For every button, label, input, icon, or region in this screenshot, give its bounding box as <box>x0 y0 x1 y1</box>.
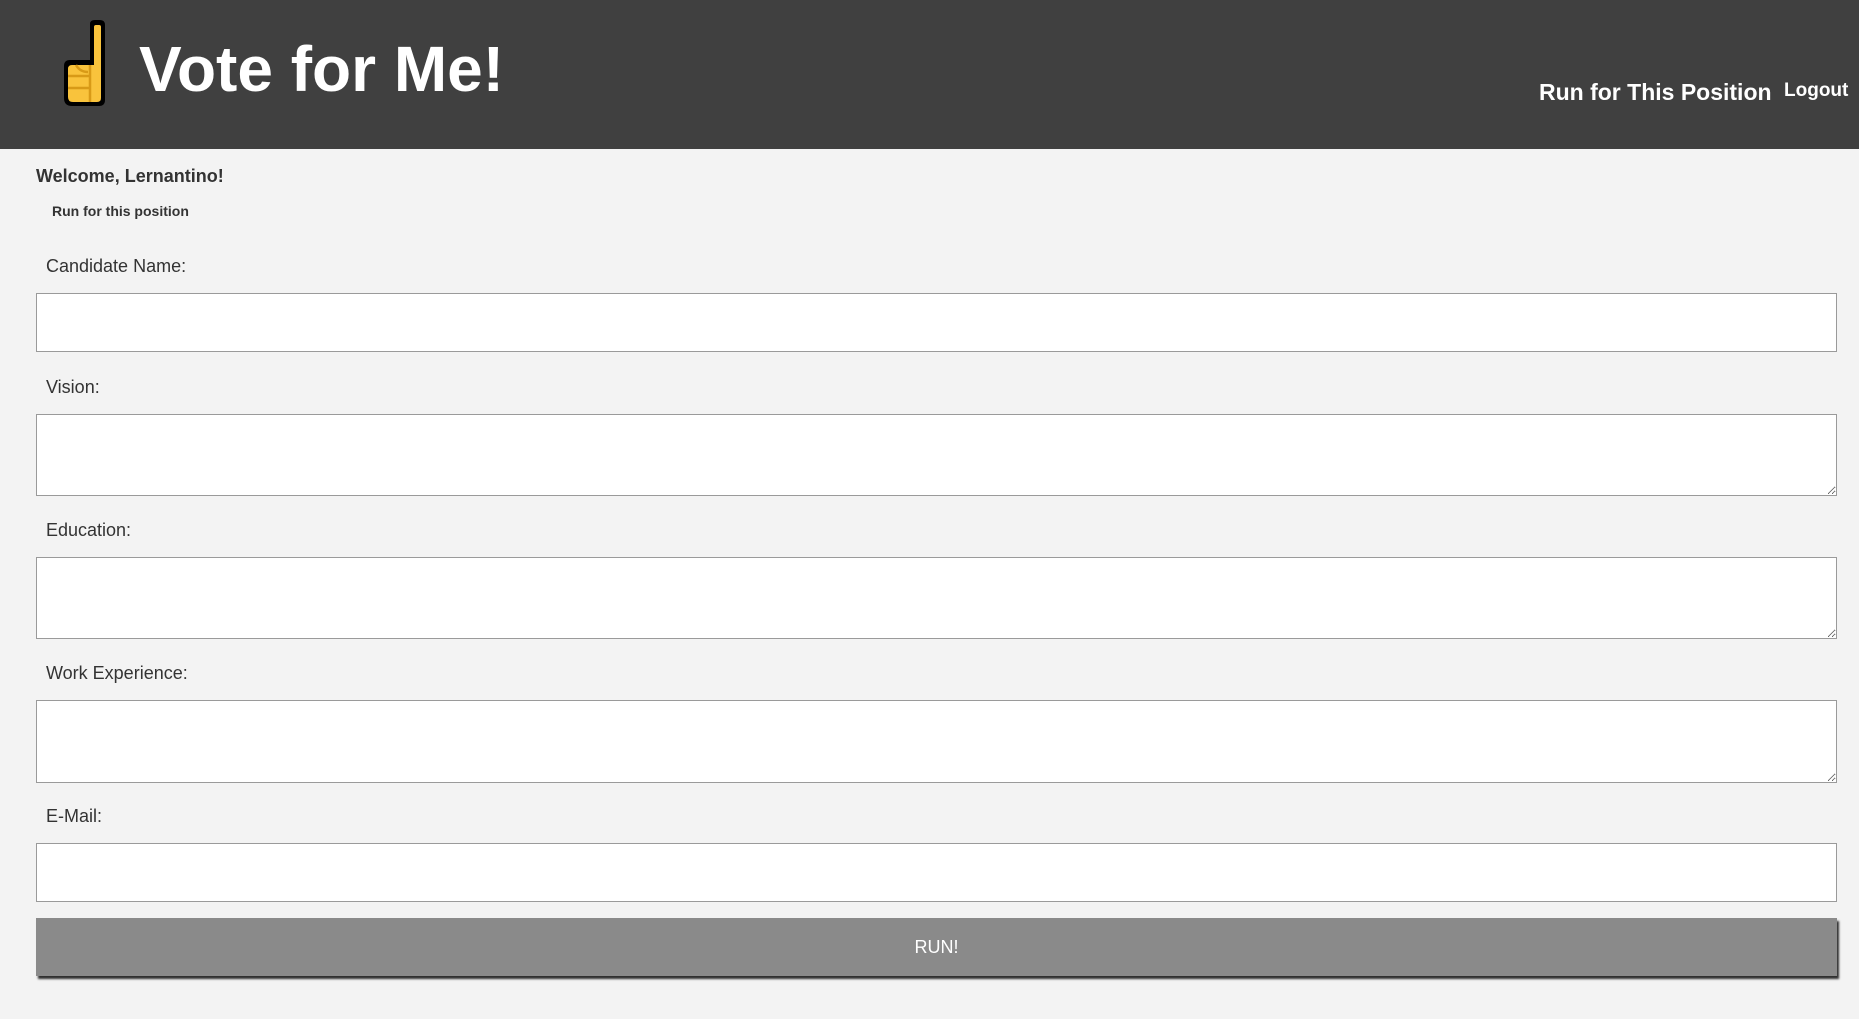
education-label: Education: <box>46 520 132 540</box>
site-header: Vote for Me! Run for This Position Logou… <box>0 0 1859 149</box>
vision-label: Vision: <box>46 377 100 397</box>
candidate-name-input[interactable] <box>36 293 1837 352</box>
nav-logout-link[interactable]: Logout <box>1784 78 1848 104</box>
page-subtitle: Run for this position <box>52 203 189 219</box>
email-input[interactable] <box>36 843 1837 902</box>
welcome-message: Welcome, Lernantino! <box>36 166 224 186</box>
work-experience-label: Work Experience: <box>46 663 188 683</box>
pointing-up-hand-icon <box>64 20 105 106</box>
run-submit-button[interactable]: RUN! <box>36 918 1837 976</box>
work-experience-textarea[interactable] <box>36 700 1837 783</box>
vision-textarea[interactable] <box>36 414 1837 496</box>
email-label: E-Mail: <box>46 806 103 826</box>
education-textarea[interactable] <box>36 557 1837 639</box>
nav-run-for-position-link[interactable]: Run for This Position <box>1539 77 1772 107</box>
candidate-name-label: Candidate Name: <box>46 256 187 276</box>
app-title: Vote for Me! <box>139 33 505 105</box>
